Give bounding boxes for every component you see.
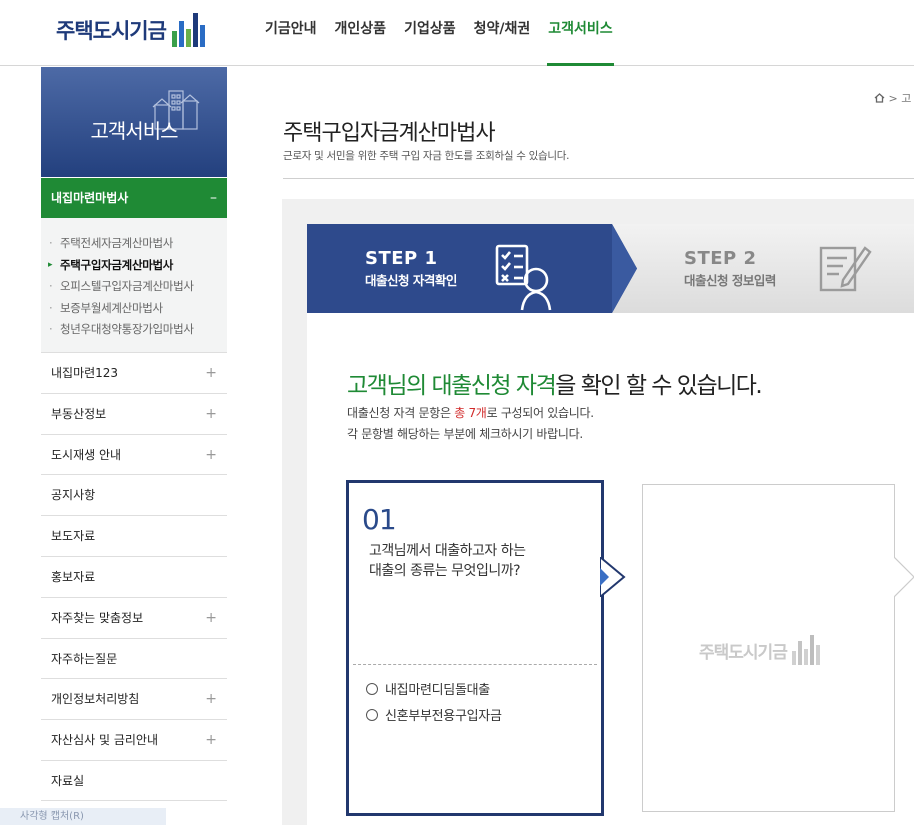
sidebar-item-asset-review-rates[interactable]: 자산심사 및 금리안내 + bbox=[41, 719, 227, 760]
question-text-line: 대출의 종류는 무엇입니까? bbox=[369, 563, 521, 579]
nav-item-subscription-bonds[interactable]: 청약/채권 bbox=[473, 0, 532, 66]
question-divider bbox=[353, 664, 597, 665]
sidebar-banner-title: 고객서비스 bbox=[90, 119, 179, 143]
sidebar-active-section-label: 내집마련마법사 bbox=[51, 191, 129, 205]
sidebar-item-label: 자주하는질문 bbox=[51, 651, 118, 666]
form-pen-icon bbox=[819, 246, 872, 292]
sidebar-item-label: 부동산정보 bbox=[51, 406, 107, 421]
headline-part: 을 확인 할 수 있습니다. bbox=[555, 373, 763, 399]
expand-icon[interactable]: + bbox=[205, 394, 217, 434]
intro-line-2: 각 문항별 해당하는 부분에 체크하시기 바랍니다. bbox=[347, 427, 583, 441]
sidebar-item-real-estate[interactable]: 부동산정보 + bbox=[41, 392, 227, 434]
sidebar-item-label: 내집마련123 bbox=[51, 366, 119, 380]
nav-item-customer-service[interactable]: 고객서비스 bbox=[547, 0, 614, 66]
placeholder-logo: 주택도시기금 bbox=[699, 635, 820, 665]
sidebar-item-label: 도시재생 안내 bbox=[51, 447, 122, 462]
sidebar-menu: 내집마련123 + 부동산정보 + 도시재생 안내 + 공지사항 보도자료 홍보자료 … bbox=[41, 352, 227, 801]
sidebar-item-home-123[interactable]: 내집마련123 + bbox=[41, 352, 227, 393]
sidebar-item-label: 자료실 bbox=[51, 773, 85, 788]
step-progress-bar: STEP 1 대출신청 자격확인 STEP 2 대출신청 정보입력 bbox=[307, 224, 914, 313]
page-description: 근로자 및 서민을 위한 주택 구입 자금 한도를 조회하실 수 있습니다. bbox=[283, 150, 570, 162]
nav-item-fund-info[interactable]: 기금안내 bbox=[264, 0, 318, 66]
next-question-card: 주택도시기금 bbox=[642, 484, 895, 812]
question-count: 총 7개 bbox=[454, 406, 487, 420]
sidebar-banner: 고객서비스 bbox=[41, 67, 227, 177]
sidebar-item-label: 개인정보처리방침 bbox=[51, 692, 140, 707]
sidebar-sub-item-purchase-calc[interactable]: 주택구입자금계산마법사 bbox=[41, 255, 227, 277]
nav-item-corporate-products[interactable]: 기업상품 bbox=[403, 0, 457, 66]
sidebar-item-notices[interactable]: 공지사항 bbox=[41, 474, 227, 515]
sidebar-sub-item-youth-account[interactable]: 청년우대청약통장가입마법사 bbox=[41, 319, 227, 341]
expand-icon[interactable]: + bbox=[205, 720, 217, 760]
option-label: 신혼부부전용구입자금 bbox=[385, 709, 502, 724]
breadcrumb-separator: > bbox=[888, 92, 898, 105]
expand-icon[interactable]: + bbox=[205, 353, 217, 393]
expand-icon[interactable]: + bbox=[205, 679, 217, 719]
step-2-label: 대출신청 정보입력 bbox=[684, 273, 776, 288]
option-didimdol-loan[interactable]: 내집마련디딤돌대출 bbox=[366, 679, 490, 698]
headline-part: 고객님의 bbox=[347, 373, 432, 399]
step-1-number: STEP 1 bbox=[365, 248, 438, 269]
site-header: 주택도시기금 기금안내 개인상품 기업상품 청약/채권 고객서비스 bbox=[0, 0, 914, 66]
title-divider bbox=[283, 178, 914, 179]
expand-icon[interactable]: + bbox=[205, 435, 217, 475]
placeholder-logo-text: 주택도시기금 bbox=[699, 642, 788, 663]
site-logo[interactable]: 주택도시기금 bbox=[56, 12, 207, 48]
sidebar-sub-item-monthly-rent-calc[interactable]: 보증부월세계산마법사 bbox=[41, 298, 227, 320]
sidebar-item-press-releases[interactable]: 보도자료 bbox=[41, 515, 227, 556]
main-nav: 기금안내 개인상품 기업상품 청약/채권 고객서비스 bbox=[264, 0, 630, 66]
question-text: 고객님께서 대출하고자 하는 대출의 종류는 무엇입니까? bbox=[369, 541, 526, 581]
nav-item-personal-products[interactable]: 개인상품 bbox=[334, 0, 388, 66]
logo-bars-icon bbox=[791, 635, 820, 665]
intro-line-1: 대출신청 자격 문항은 총 7개로 구성되어 있습니다. bbox=[347, 404, 594, 421]
logo-bars-icon bbox=[171, 13, 207, 47]
home-icon[interactable] bbox=[874, 93, 885, 103]
radio-button[interactable] bbox=[366, 708, 378, 721]
question-card: 01 고객님께서 대출하고자 하는 대출의 종류는 무엇입니까? 내집마련디딤돌… bbox=[346, 480, 604, 816]
page-title: 주택구입자금계산마법사 bbox=[283, 121, 496, 146]
breadcrumb: > 고 bbox=[874, 90, 911, 106]
question-number: 01 bbox=[362, 503, 397, 536]
question-text-line: 고객님께서 대출하고자 하는 bbox=[369, 543, 526, 559]
breadcrumb-item[interactable]: 고 bbox=[901, 92, 911, 105]
sidebar-sub-item-jeonse-calc[interactable]: 주택전세자금계산마법사 bbox=[41, 233, 227, 255]
sidebar-active-section[interactable]: 내집마련마법사 – bbox=[41, 178, 227, 218]
sidebar-item-privacy-policy[interactable]: 개인정보처리방침 + bbox=[41, 678, 227, 719]
sidebar-item-pr-materials[interactable]: 홍보자료 bbox=[41, 555, 227, 597]
sidebar-sub-item-officetel-calc[interactable]: 오피스텔구입자금계산마법사 bbox=[41, 276, 227, 298]
intro-headline: 고객님의 대출신청 자격을 확인 할 수 있습니다. bbox=[347, 366, 763, 400]
expand-icon[interactable]: + bbox=[205, 598, 217, 638]
sidebar-item-label: 홍보자료 bbox=[51, 569, 96, 584]
checklist-person-icon bbox=[495, 244, 552, 311]
sidebar-item-faq[interactable]: 자주하는질문 bbox=[41, 637, 227, 679]
option-label: 내집마련디딤돌대출 bbox=[385, 683, 490, 698]
collapse-icon[interactable]: – bbox=[210, 178, 217, 218]
logo-text: 주택도시기금 bbox=[56, 19, 167, 43]
intro-text: 로 구성되어 있습니다. bbox=[486, 406, 595, 420]
sidebar-item-label: 자산심사 및 금리안내 bbox=[51, 733, 158, 748]
sidebar-sub-menu: 주택전세자금계산마법사 주택구입자금계산마법사 오피스텔구입자금계산마법사 보증… bbox=[41, 218, 227, 352]
sidebar-item-archive[interactable]: 자료실 bbox=[41, 759, 227, 801]
chevron-right-icon bbox=[894, 557, 914, 597]
radio-button[interactable] bbox=[366, 682, 378, 695]
headline-highlight: 대출신청 자격 bbox=[431, 373, 556, 399]
step-1-label: 대출신청 자격확인 bbox=[365, 273, 457, 288]
screen-capture-label: 사각형 캡처(R) bbox=[0, 808, 166, 825]
chevron-right-icon bbox=[600, 557, 626, 597]
option-newlywed-loan[interactable]: 신혼부부전용구입자금 bbox=[366, 705, 502, 724]
sidebar-item-label: 자주찾는 맞춤정보 bbox=[51, 610, 144, 625]
sidebar-item-urban-regeneration[interactable]: 도시재생 안내 + bbox=[41, 433, 227, 475]
step-2-number: STEP 2 bbox=[684, 248, 757, 269]
sidebar-item-label: 공지사항 bbox=[51, 488, 96, 503]
intro-text: 대출신청 자격 문항은 bbox=[347, 406, 455, 420]
sidebar-item-custom-info[interactable]: 자주찾는 맞춤정보 + bbox=[41, 596, 227, 638]
sidebar-item-label: 보도자료 bbox=[51, 529, 96, 544]
